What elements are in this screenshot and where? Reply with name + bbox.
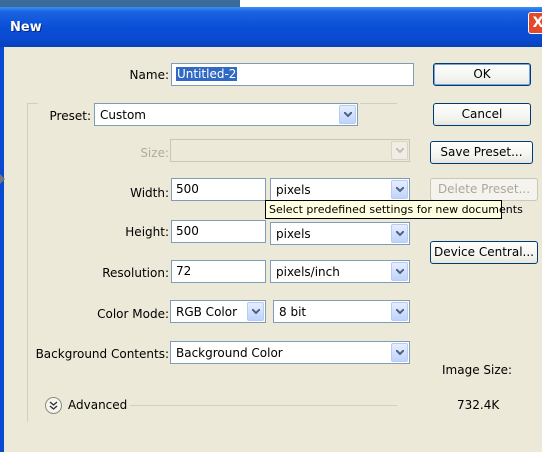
width-unit-value: pixels xyxy=(276,183,311,197)
chevron-down-icon xyxy=(391,141,408,160)
width-input-value: 500 xyxy=(176,182,199,196)
image-size-value: 732.4K xyxy=(457,398,500,412)
preset-group-border-left xyxy=(27,103,28,422)
background-contents-label: Background Contents: xyxy=(35,347,169,361)
width-label: Width: xyxy=(130,186,169,200)
background-contents-value: Background Color xyxy=(176,346,283,360)
height-input-value: 500 xyxy=(176,224,199,238)
height-unit-value: pixels xyxy=(276,227,311,241)
advanced-label[interactable]: Advanced xyxy=(68,397,127,413)
width-unit-select[interactable]: pixels xyxy=(270,178,410,201)
window-left-border xyxy=(0,47,4,452)
height-label: Height: xyxy=(125,225,169,239)
chevron-down-icon xyxy=(391,180,408,199)
resolution-unit-select[interactable]: pixels/inch xyxy=(270,260,410,283)
close-icon: X xyxy=(532,15,542,31)
save-preset-button[interactable]: Save Preset... xyxy=(430,141,533,164)
height-unit-select[interactable]: pixels xyxy=(270,222,410,245)
window-title: New xyxy=(10,20,42,35)
preset-group-border-top-right xyxy=(360,103,397,104)
resolution-input[interactable]: 72 xyxy=(171,260,266,283)
resolution-unit-value: pixels/inch xyxy=(276,265,340,279)
double-chevron-down-icon xyxy=(49,401,58,410)
chevron-down-icon xyxy=(339,105,356,124)
width-input[interactable]: 500 xyxy=(171,178,266,201)
preset-label: Preset: xyxy=(49,109,91,123)
advanced-separator xyxy=(130,405,397,406)
advanced-toggle[interactable] xyxy=(45,397,62,414)
cancel-button[interactable]: Cancel xyxy=(433,103,531,126)
chevron-down-icon xyxy=(391,262,408,281)
background-window-strip xyxy=(0,0,240,7)
height-input[interactable]: 500 xyxy=(171,220,266,243)
chevron-down-icon xyxy=(391,343,408,362)
name-label: Name: xyxy=(129,68,169,82)
color-mode-select[interactable]: RGB Color xyxy=(170,300,266,323)
preset-select-value: Custom xyxy=(100,108,146,122)
name-input[interactable]: Untitled-2 xyxy=(171,63,414,86)
ok-button[interactable]: OK xyxy=(433,63,531,86)
preset-select[interactable]: Custom xyxy=(94,103,358,126)
preset-tooltip: Select predefined settings for new docum… xyxy=(265,200,523,219)
name-input-value: Untitled-2 xyxy=(176,67,238,81)
device-central-button[interactable]: Device Central... xyxy=(430,241,538,264)
color-mode-label: Color Mode: xyxy=(97,307,169,321)
preset-group-border-top-left xyxy=(27,103,38,104)
resolution-input-value: 72 xyxy=(176,264,192,278)
bit-depth-select[interactable]: 8 bit xyxy=(273,300,410,323)
color-mode-value: RGB Color xyxy=(176,305,238,319)
background-contents-select[interactable]: Background Color xyxy=(170,341,410,364)
bit-depth-value: 8 bit xyxy=(279,305,307,319)
chevron-down-icon xyxy=(391,224,408,243)
delete-preset-button[interactable]: Delete Preset... xyxy=(430,178,538,201)
side-arrow-icon xyxy=(0,174,5,184)
title-bar[interactable]: New xyxy=(0,7,542,47)
close-button[interactable]: X xyxy=(528,12,542,34)
size-select[interactable] xyxy=(170,139,410,162)
chevron-down-icon xyxy=(391,302,408,321)
image-size-label: Image Size: xyxy=(442,363,513,377)
resolution-label: Resolution: xyxy=(102,266,169,280)
size-label: Size: xyxy=(140,146,169,160)
chevron-down-icon xyxy=(247,302,264,321)
